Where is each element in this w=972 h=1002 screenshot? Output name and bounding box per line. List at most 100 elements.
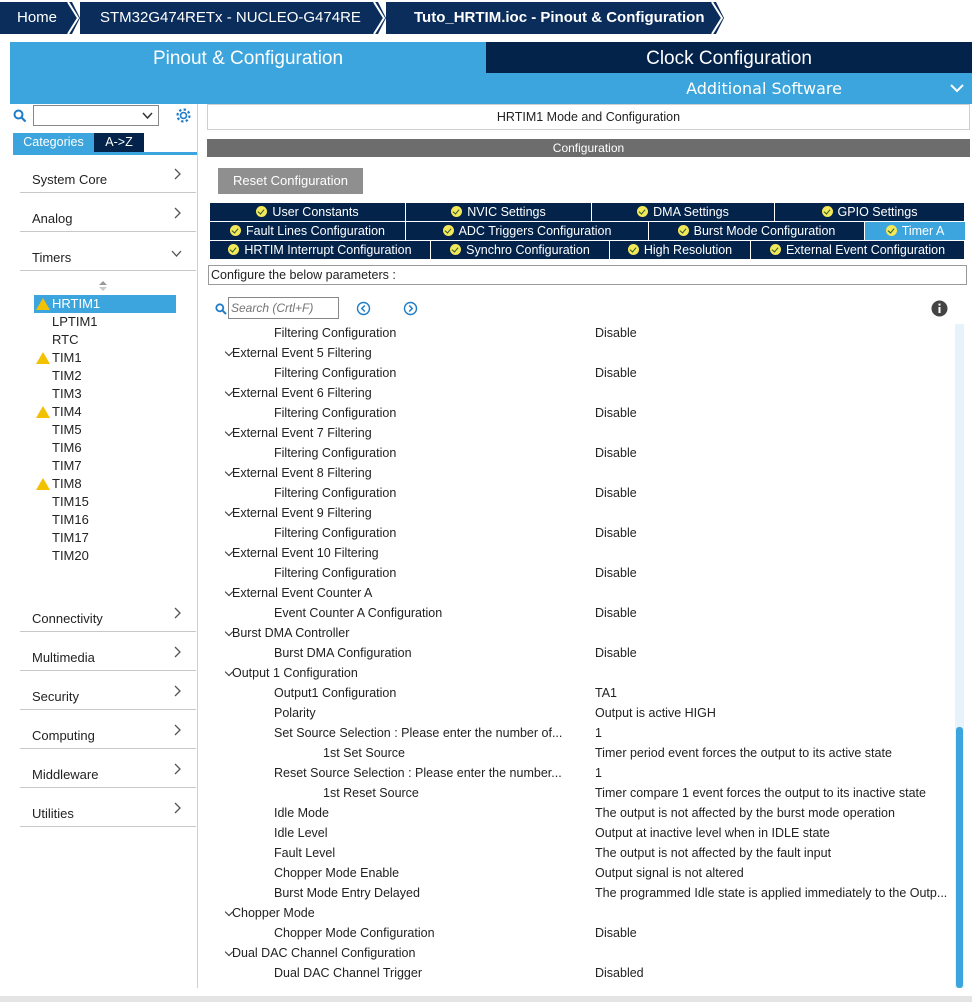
tab-additional-software[interactable]: Additional Software bbox=[10, 73, 972, 104]
parameter-row[interactable]: Event Counter A Configuration Disable bbox=[213, 603, 958, 623]
parameter-value[interactable]: TA1 bbox=[595, 683, 958, 703]
tab-nvic-settings[interactable]: NVIC Settings bbox=[406, 203, 591, 221]
parameter-group[interactable]: External Event 9 Filtering bbox=[213, 503, 958, 523]
parameter-value[interactable]: Disable bbox=[595, 363, 958, 383]
timer-item-tim17[interactable]: TIM17 bbox=[34, 529, 176, 547]
tab-dma-settings[interactable]: DMA Settings bbox=[592, 203, 774, 221]
tab-high-resolution[interactable]: High Resolution bbox=[610, 241, 750, 259]
timer-item-tim2[interactable]: TIM2 bbox=[34, 367, 176, 385]
gear-icon[interactable] bbox=[175, 107, 192, 124]
parameter-group[interactable]: Dual DAC Channel Configuration bbox=[213, 943, 958, 963]
search-next-icon[interactable] bbox=[403, 301, 418, 316]
timer-item-tim7[interactable]: TIM7 bbox=[34, 457, 176, 475]
tab-burst-mode-configuration[interactable]: Burst Mode Configuration bbox=[649, 222, 864, 240]
parameter-row[interactable]: Chopper Mode Configuration Disable bbox=[213, 923, 958, 943]
timer-item-tim16[interactable]: TIM16 bbox=[34, 511, 176, 529]
tab-a-to-z[interactable]: A->Z bbox=[94, 133, 144, 152]
timer-item-tim1[interactable]: TIM1 bbox=[34, 349, 176, 367]
parameter-group[interactable]: Burst DMA Controller bbox=[213, 623, 958, 643]
parameter-group[interactable]: Chopper Mode bbox=[213, 903, 958, 923]
parameter-value[interactable]: The output is not affected by the fault … bbox=[595, 843, 958, 863]
category-search-combo[interactable] bbox=[33, 105, 159, 126]
breadcrumb-home[interactable]: Home bbox=[0, 2, 72, 34]
tab-timer-a[interactable]: Timer A bbox=[865, 222, 965, 240]
parameter-value[interactable]: Disable bbox=[595, 403, 958, 423]
parameter-value[interactable]: Disable bbox=[595, 483, 958, 503]
parameter-value[interactable]: 1 bbox=[595, 723, 958, 743]
tab-gpio-settings[interactable]: GPIO Settings bbox=[775, 203, 964, 221]
parameter-row[interactable]: Filtering Configuration Disable bbox=[213, 363, 958, 383]
timer-item-lptim1[interactable]: LPTIM1 bbox=[34, 313, 176, 331]
tab-categories[interactable]: Categories bbox=[13, 133, 94, 152]
parameter-group[interactable]: External Event 6 Filtering bbox=[213, 383, 958, 403]
tab-user-constants[interactable]: User Constants bbox=[210, 203, 405, 221]
reset-configuration-button[interactable]: Reset Configuration bbox=[218, 168, 363, 194]
parameter-value[interactable]: Disable bbox=[595, 603, 958, 623]
parameter-value[interactable]: Disable bbox=[595, 443, 958, 463]
parameter-value[interactable]: Timer period event forces the output to … bbox=[595, 743, 958, 763]
tab-clock-configuration[interactable]: Clock Configuration bbox=[486, 42, 972, 73]
parameter-value[interactable]: The output is not affected by the burst … bbox=[595, 803, 958, 823]
search-previous-icon[interactable] bbox=[356, 301, 371, 316]
parameter-row[interactable]: 1st Set Source Timer period event forces … bbox=[213, 743, 958, 763]
scrollbar-thumb[interactable] bbox=[956, 727, 963, 988]
parameter-value[interactable]: Disable bbox=[595, 923, 958, 943]
parameter-search-input[interactable] bbox=[228, 297, 339, 319]
breadcrumb-device[interactable]: STM32G474RETx - NUCLEO-G474RE bbox=[80, 2, 374, 34]
parameter-row[interactable]: Fault Level The output is not affected by… bbox=[213, 843, 958, 863]
timer-item-hrtim1[interactable]: HRTIM1 bbox=[34, 295, 176, 313]
parameter-row[interactable]: Filtering Configuration Disable bbox=[213, 443, 958, 463]
parameter-value[interactable]: The programmed Idle state is applied imm… bbox=[595, 883, 958, 903]
category-connectivity[interactable]: Connectivity bbox=[20, 602, 196, 632]
timer-item-tim6[interactable]: TIM6 bbox=[34, 439, 176, 457]
parameter-value[interactable]: Disabled bbox=[595, 963, 958, 983]
parameter-row[interactable]: Dual DAC Channel Trigger Disabled bbox=[213, 963, 958, 983]
timer-item-tim4[interactable]: TIM4 bbox=[34, 403, 176, 421]
parameter-row[interactable]: Idle Level Output at inactive level when … bbox=[213, 823, 958, 843]
tab-hrtim-interrupt-configuration[interactable]: HRTIM Interrupt Configuration bbox=[210, 241, 430, 259]
parameter-row[interactable]: Polarity Output is active HIGH bbox=[213, 703, 958, 723]
timer-item-tim5[interactable]: TIM5 bbox=[34, 421, 176, 439]
category-utilities[interactable]: Utilities bbox=[20, 797, 196, 827]
parameter-row[interactable]: Filtering Configuration Disable bbox=[213, 403, 958, 423]
parameter-group[interactable]: External Event Counter A bbox=[213, 583, 958, 603]
tab-synchro-configuration[interactable]: Synchro Configuration bbox=[431, 241, 609, 259]
tab-fault-lines-configuration[interactable]: Fault Lines Configuration bbox=[210, 222, 405, 240]
category-analog[interactable]: Analog bbox=[20, 202, 196, 232]
parameter-row[interactable]: Burst Mode Entry Delayed The programmed I… bbox=[213, 883, 958, 903]
parameter-value[interactable]: Disable bbox=[595, 523, 958, 543]
parameter-row[interactable]: Chopper Mode Enable Output signal is not … bbox=[213, 863, 958, 883]
parameter-value[interactable]: 1 bbox=[595, 763, 958, 783]
parameter-value[interactable]: Disable bbox=[595, 643, 958, 663]
parameter-row[interactable]: Idle Mode The output is not affected by t… bbox=[213, 803, 958, 823]
tab-pinout-configuration[interactable]: Pinout & Configuration bbox=[10, 42, 486, 73]
parameter-group[interactable]: External Event 7 Filtering bbox=[213, 423, 958, 443]
category-middleware[interactable]: Middleware bbox=[20, 758, 196, 788]
category-timers[interactable]: Timers bbox=[20, 241, 196, 271]
category-system-core[interactable]: System Core bbox=[20, 163, 196, 193]
parameter-value[interactable]: Disable bbox=[595, 563, 958, 583]
parameter-row[interactable]: Reset Source Selection : Please enter th… bbox=[213, 763, 958, 783]
parameter-group[interactable]: External Event 10 Filtering bbox=[213, 543, 958, 563]
parameter-row[interactable]: Filtering Configuration Disable bbox=[213, 563, 958, 583]
parameter-row[interactable]: Output1 Configuration TA1 bbox=[213, 683, 958, 703]
timer-item-tim3[interactable]: TIM3 bbox=[34, 385, 176, 403]
parameter-value[interactable]: Output is active HIGH bbox=[595, 703, 958, 723]
parameter-group[interactable]: External Event 8 Filtering bbox=[213, 463, 958, 483]
parameter-group[interactable]: Output 1 Configuration bbox=[213, 663, 958, 683]
info-icon[interactable] bbox=[931, 300, 948, 317]
parameter-group[interactable]: External Event 5 Filtering bbox=[213, 343, 958, 363]
parameter-row[interactable]: Set Source Selection : Please enter the … bbox=[213, 723, 958, 743]
breadcrumb-project[interactable]: Tuto_HRTIM.ioc - Pinout & Configuration bbox=[386, 2, 710, 34]
parameter-row[interactable]: Burst DMA Configuration Disable bbox=[213, 643, 958, 663]
category-computing[interactable]: Computing bbox=[20, 719, 196, 749]
parameter-value[interactable]: Disable bbox=[595, 323, 958, 343]
parameter-value[interactable]: Output signal is not altered bbox=[595, 863, 958, 883]
parameter-value[interactable]: Output at inactive level when in IDLE st… bbox=[595, 823, 958, 843]
parameter-row[interactable]: Filtering Configuration Disable bbox=[213, 523, 958, 543]
timer-item-tim20[interactable]: TIM20 bbox=[34, 547, 176, 565]
parameter-row[interactable]: 1st Reset Source Timer compare 1 event fo… bbox=[213, 783, 958, 803]
tab-external-event-configuration[interactable]: External Event Configuration bbox=[751, 241, 964, 259]
parameter-row[interactable]: Filtering Configuration Disable bbox=[213, 323, 958, 343]
timer-item-rtc[interactable]: RTC bbox=[34, 331, 176, 349]
